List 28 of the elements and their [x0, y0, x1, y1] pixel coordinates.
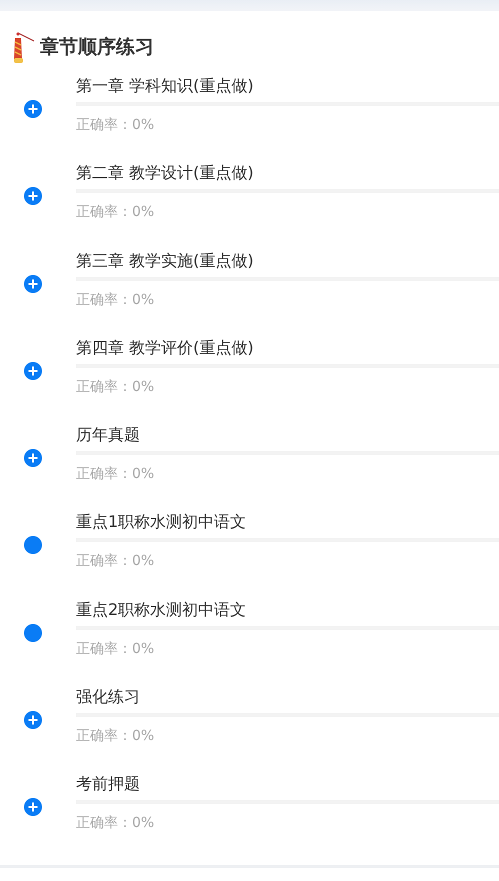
accuracy-text: 正确率：0% [76, 814, 154, 832]
chapter-title[interactable]: 第一章 学科知识(重点做) [76, 75, 254, 97]
accuracy-text: 正确率：0% [76, 465, 154, 484]
plus-icon[interactable] [24, 711, 42, 730]
bullet-icon [24, 624, 42, 642]
accuracy-text: 正确率：0% [76, 290, 154, 309]
plus-icon[interactable] [24, 449, 42, 468]
section-title: 章节顺序练习 [40, 35, 154, 60]
plus-icon[interactable] [24, 798, 42, 816]
chapter-title[interactable]: 第二章 教学设计(重点做) [76, 162, 254, 184]
plus-icon[interactable] [24, 362, 42, 380]
chapter-title[interactable]: 重点2职称水测初中语文 [76, 598, 246, 621]
accuracy-text: 正确率：0% [76, 203, 154, 222]
chapter-title[interactable]: 强化练习 [76, 686, 140, 708]
bullet-icon [24, 536, 42, 554]
chapter-title[interactable]: 第四章 教学评价(重点做) [76, 336, 254, 359]
accuracy-text: 正确率：0% [76, 116, 154, 134]
chapter-title[interactable]: 历年真题 [76, 424, 140, 446]
accuracy-text: 正确率：0% [76, 727, 154, 746]
chapter-title[interactable]: 第三章 教学实施(重点做) [76, 250, 254, 272]
accuracy-text: 正确率：0% [76, 640, 154, 658]
plus-icon[interactable] [24, 100, 42, 118]
accuracy-text: 正确率：0% [76, 378, 154, 396]
accuracy-text: 正确率：0% [76, 552, 154, 570]
plus-icon[interactable] [24, 274, 42, 293]
plus-icon[interactable] [24, 187, 42, 206]
chapter-title[interactable]: 重点1职称水测初中语文 [76, 511, 246, 534]
chapter-title[interactable]: 考前押题 [76, 773, 140, 796]
